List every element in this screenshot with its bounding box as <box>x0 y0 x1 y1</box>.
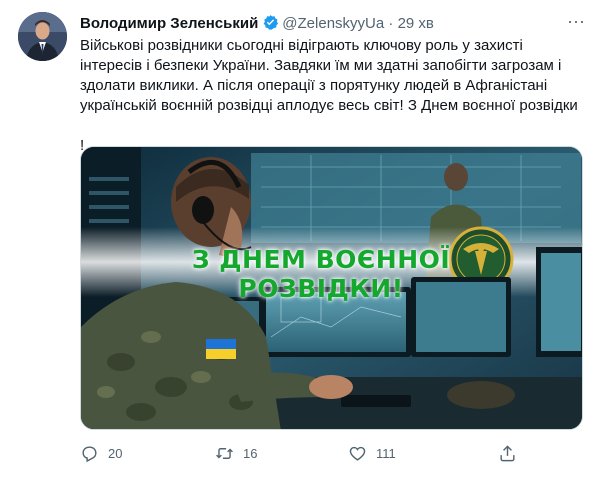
tweet-header: Володимир Зеленський @ZelenskyyUa · 29 хв <box>80 13 580 35</box>
tweet-text-line: Військові розвідники сьогодні відіграють… <box>80 37 523 54</box>
tweet-text-line: інтересів і безпеки України. Завдяки їм … <box>80 57 562 74</box>
tweet-text-line: українській воєнній розвідці аплодує вес… <box>80 97 578 114</box>
verified-badge-icon <box>263 15 279 30</box>
tweet-text-line: здолати виклики. А після операції з поря… <box>80 77 548 94</box>
retweet-button[interactable]: 16 <box>215 440 257 466</box>
tweet-text: Військові розвідники сьогодні відіграють… <box>80 36 590 156</box>
reply-count: 20 <box>108 445 123 461</box>
share-icon <box>500 444 515 461</box>
timestamp[interactable]: 29 хв <box>398 15 434 32</box>
author-handle[interactable]: @ZelenskyyUa <box>282 15 384 32</box>
tweet-text-last-line <box>80 116 590 136</box>
tweet-media-image[interactable]: З ДНЕМ ВОЄННОЇ РОЗВІДКИ! <box>80 146 583 430</box>
retweet-count: 16 <box>243 445 258 461</box>
reply-icon <box>82 445 97 462</box>
separator-dot: · <box>388 15 394 32</box>
more-options-icon[interactable]: ··· <box>565 12 587 36</box>
author-name[interactable]: Володимир Зеленський <box>80 15 258 32</box>
heart-icon <box>349 446 366 461</box>
share-button[interactable] <box>498 440 526 466</box>
like-count: 111 <box>376 445 396 461</box>
reply-button[interactable]: 20 <box>80 440 122 466</box>
tweet-actions: 20 16 111 <box>80 440 580 466</box>
media-banner-text: З ДНЕМ ВОЄННОЇ РОЗВІДКИ! <box>191 245 451 303</box>
like-button[interactable]: 111 <box>348 440 396 466</box>
tweet-card[interactable]: Володимир Зеленський @ZelenskyyUa · 29 хв… <box>0 0 612 478</box>
retweet-icon <box>216 447 233 459</box>
ukraine-flag-icon <box>80 118 98 131</box>
avatar[interactable] <box>18 12 67 61</box>
